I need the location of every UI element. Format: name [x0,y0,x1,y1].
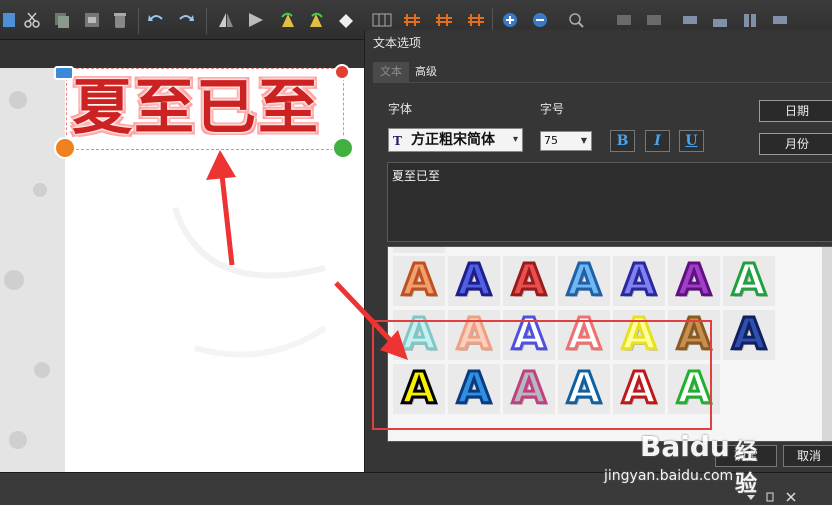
align-icon[interactable] [402,10,422,30]
style-tile[interactable]: A [723,254,775,307]
app-window: 夏至已至 文本选项 文本 高级 字体 字号 T 方正粗宋简体 ▾ 75 ▼ B … [0,0,832,505]
style-letter: A [730,308,767,361]
cancel-button[interactable]: 取消 [783,445,832,467]
font-select[interactable]: T 方正粗宋简体 ▾ [388,128,523,152]
group-icon[interactable] [644,10,664,30]
text-input[interactable]: 夏至已至 [387,162,832,242]
style-tile[interactable]: A [448,254,500,307]
zoom-in-icon[interactable] [500,10,520,30]
style-tile[interactable] [393,247,445,253]
font-value: 方正粗宋简体 [411,132,495,148]
dialog-title: 文本选项 [373,36,422,50]
style-tile[interactable]: A [558,254,610,307]
size-label: 字号 [540,102,565,116]
align-bottom-icon[interactable] [710,10,730,30]
style-letter: A [510,254,547,307]
align-left-icon[interactable] [680,10,700,30]
gallery-scrollbar[interactable] [822,247,832,441]
distribute-icon[interactable] [434,10,454,30]
date-button[interactable]: 日期 [759,100,832,122]
align-center-icon[interactable] [740,10,760,30]
size-select[interactable]: 75 ▼ [540,131,592,151]
style-letter: A [400,254,437,307]
style-tile[interactable]: A [503,254,555,307]
bold-button[interactable]: B [610,130,635,152]
watermark-url: jingyan.baidu.com [604,468,734,484]
zoom-out-icon[interactable] [530,10,550,30]
underline-button[interactable]: U [679,130,704,152]
month-button[interactable]: 月份 [759,133,832,155]
style-letter: A [455,254,492,307]
tab-advanced[interactable]: 高级 [415,63,437,79]
font-type-icon: T [393,134,402,148]
pin-icon [766,492,774,502]
annotation-rectangle [372,320,712,430]
tab-text[interactable]: 文本 [373,62,409,82]
annotation-arrow-up [206,150,236,266]
italic-button[interactable]: I [645,130,670,152]
spacing-icon[interactable] [466,10,486,30]
style-letter: A [675,254,712,307]
style-letter: A [565,254,602,307]
grid-icon[interactable] [372,10,392,30]
chevron-down-icon: ▾ [512,134,518,145]
watermark-suffix: 经验 [735,440,758,497]
chevron-down-icon: ▼ [580,136,587,145]
baidu-watermark: Baidu 经验 jingyan.baidu.com [604,430,757,497]
align-right-icon[interactable] [770,10,790,30]
style-letter: A [730,254,767,307]
zoom-fit-icon[interactable] [566,10,586,30]
size-value: 75 [544,134,558,147]
tab-divider [373,82,832,83]
style-tile[interactable]: A [613,254,665,307]
font-label: 字体 [388,102,413,116]
style-tile[interactable]: A [668,254,720,307]
watermark-brand: Baidu [640,430,730,463]
style-letter: A [620,254,657,307]
style-tile[interactable]: A [393,254,445,307]
layer-icon[interactable] [614,10,634,30]
style-tile[interactable]: A [723,308,775,361]
close-icon [786,492,796,502]
